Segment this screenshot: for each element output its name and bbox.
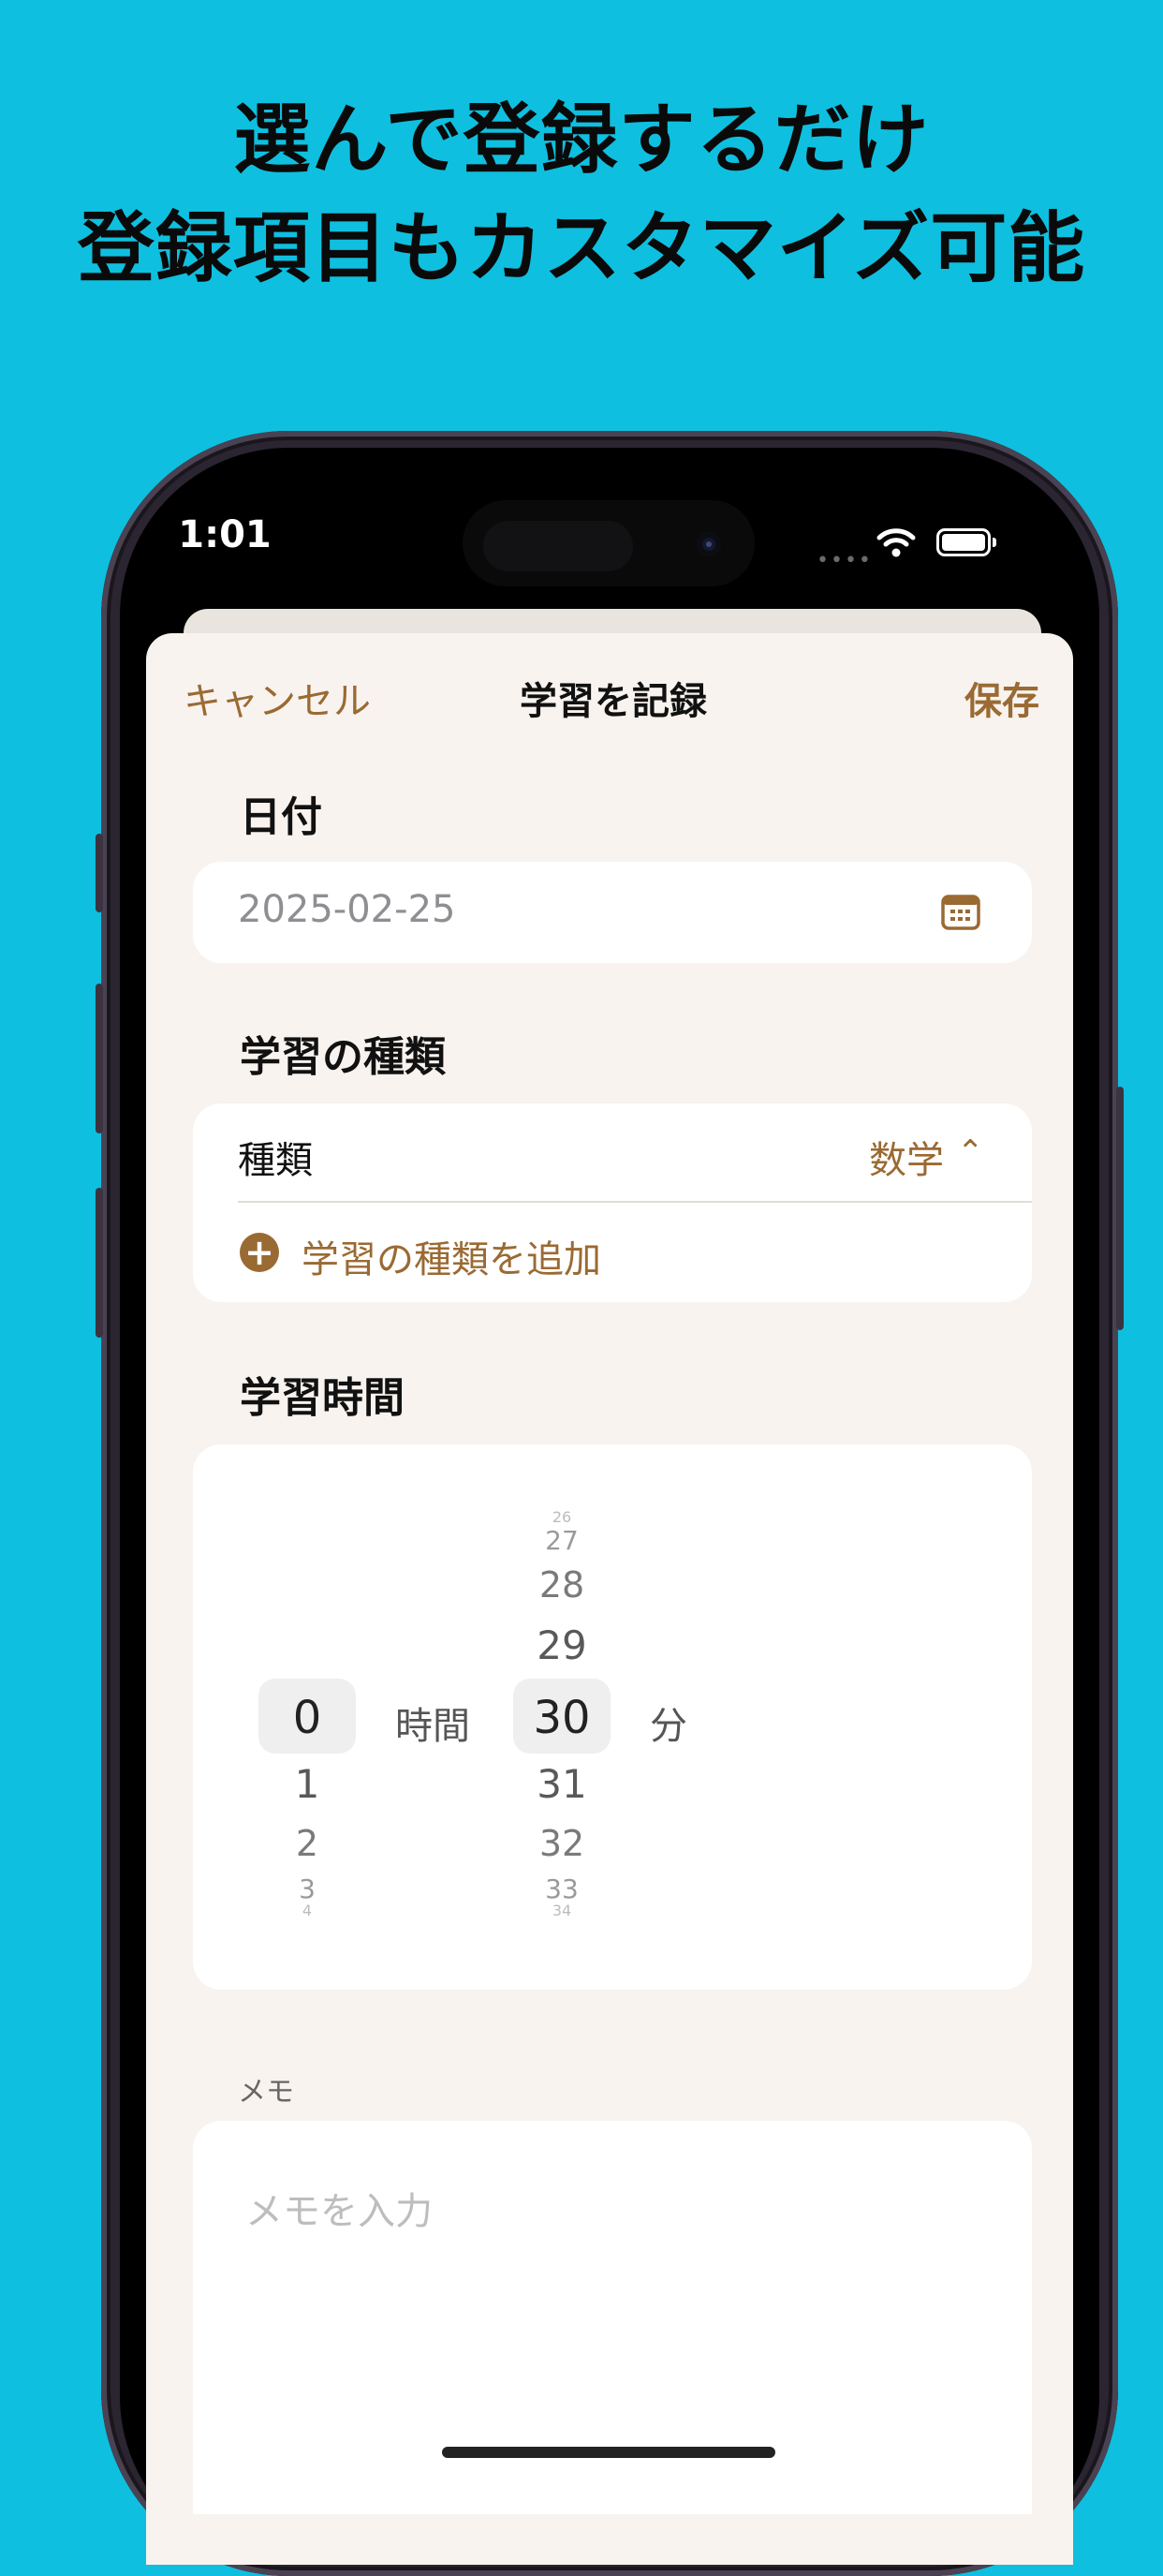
hours-unit: 時間 — [395, 1705, 470, 1748]
headline-line-2: 登録項目もカスタマイズ可能 — [77, 204, 1086, 293]
home-indicator — [442, 2447, 775, 2458]
save-button[interactable]: 保存 — [964, 671, 1039, 725]
hours-option[interactable]: 1 — [258, 1761, 356, 1807]
volume-down-button — [96, 1188, 103, 1338]
hours-option[interactable]: 2 — [258, 1823, 356, 1864]
hours-option[interactable]: 3 — [258, 1873, 356, 1904]
battery-icon — [936, 528, 991, 556]
hours-selected[interactable]: 0 — [258, 1692, 356, 1744]
sheet-title: 学習を記録 — [520, 680, 707, 723]
date-value: 2025-02-25 — [238, 888, 456, 931]
add-type-button[interactable]: 学習の種類を追加 — [302, 1229, 601, 1283]
minutes-option[interactable]: 29 — [513, 1622, 611, 1668]
calendar-icon[interactable] — [940, 892, 981, 935]
memo-label: メモ — [238, 2076, 294, 2109]
headline-line-1: 選んで登録するだけ — [233, 96, 930, 185]
type-divider — [238, 1201, 1032, 1203]
battery-tip — [993, 538, 996, 547]
minutes-option[interactable]: 33 — [513, 1873, 611, 1904]
dynamic-island-inner — [483, 521, 633, 571]
power-button — [1116, 1087, 1124, 1330]
chevron-up-down-icon[interactable]: ⌃ — [957, 1133, 984, 1171]
minutes-unit: 分 — [650, 1705, 687, 1748]
minutes-option[interactable]: 31 — [513, 1761, 611, 1807]
time-section-label: 学習時間 — [240, 1374, 405, 1422]
type-picker[interactable]: 数学 — [869, 1130, 944, 1184]
action-button — [96, 834, 103, 912]
minutes-option[interactable]: 34 — [513, 1902, 611, 1919]
hours-option[interactable]: 4 — [258, 1902, 356, 1919]
minutes-option[interactable]: 27 — [513, 1525, 611, 1556]
status-time: 1:01 — [178, 513, 272, 556]
minutes-option[interactable]: 26 — [513, 1508, 611, 1526]
type-row-label: 種類 — [238, 1139, 313, 1182]
volume-up-button — [96, 984, 103, 1133]
minutes-selected[interactable]: 30 — [513, 1692, 611, 1744]
memo-placeholder: メモを入力 — [245, 2190, 433, 2233]
minutes-option[interactable]: 32 — [513, 1823, 611, 1864]
cancel-button[interactable]: キャンセル — [184, 671, 371, 725]
plus-circle-icon[interactable]: + — [240, 1233, 279, 1272]
signal-icon: •••• — [817, 549, 873, 572]
date-section-label: 日付 — [240, 793, 322, 841]
camera-lens — [706, 541, 712, 547]
type-section-label: 学習の種類 — [240, 1033, 446, 1081]
minutes-option[interactable]: 28 — [513, 1564, 611, 1606]
headline: 選んで登録するだけ 登録項目もカスタマイズ可能 — [0, 86, 1163, 303]
wifi-icon — [876, 526, 916, 562]
